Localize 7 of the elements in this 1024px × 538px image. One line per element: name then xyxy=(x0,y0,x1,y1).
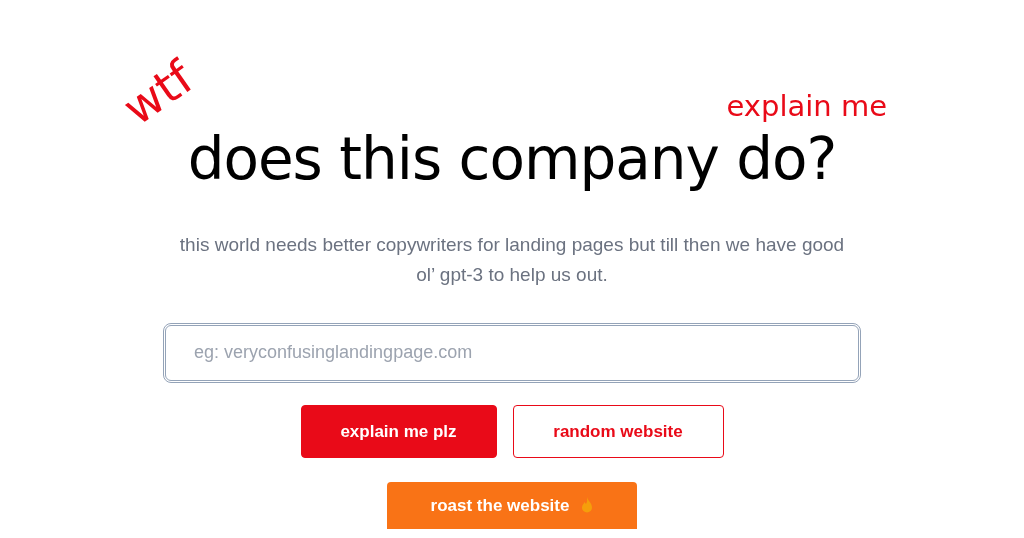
url-input-field[interactable]: eg: veryconfusinglandingpage.com xyxy=(163,322,861,383)
roast-button[interactable]: roast the website xyxy=(387,481,637,529)
subtitle: this world needs better copywriters for landing pages but till then we have good ol’ gpt-3 to help us out. xyxy=(178,232,846,287)
explain-button[interactable]: explain me plz xyxy=(300,404,497,458)
kicker-text: explain me xyxy=(726,92,887,121)
random-website-button[interactable]: random website xyxy=(512,404,724,458)
flame-icon xyxy=(581,496,594,513)
